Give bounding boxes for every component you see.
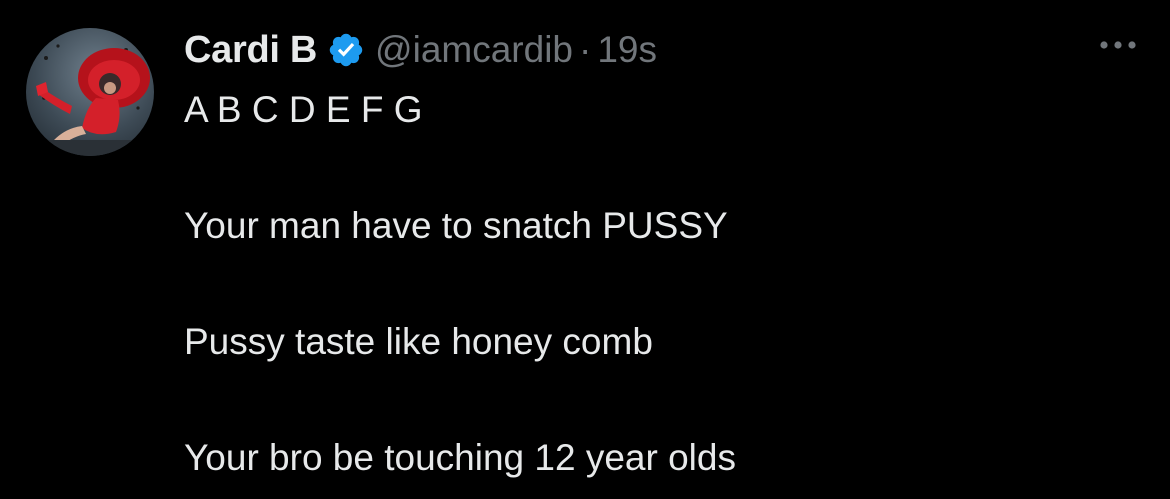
tweet-line: Your man have to snatch PUSSY (184, 205, 728, 246)
separator-dot: · (579, 29, 592, 70)
author-display-name[interactable]: Cardi B (184, 29, 317, 72)
tweet-timestamp[interactable]: 19s (597, 29, 657, 71)
tweet-text: A B C D E F G Your man have to snatch PU… (184, 88, 1134, 480)
author-handle[interactable]: @iamcardib (375, 29, 573, 71)
tweet[interactable]: Cardi B @iamcardib · 19s A B C D E F G Y… (0, 0, 1170, 499)
tweet-header: Cardi B @iamcardib · 19s (184, 22, 657, 78)
avatar-image (26, 44, 154, 156)
tweet-line: Your bro be touching 12 year olds (184, 437, 736, 478)
avatar[interactable] (26, 28, 154, 156)
tweet-line: A B C D E F G (184, 89, 423, 130)
ellipsis-icon[interactable] (1096, 34, 1140, 56)
tweet-line: Pussy taste like honey comb (184, 321, 653, 362)
verified-badge-icon (327, 31, 365, 69)
